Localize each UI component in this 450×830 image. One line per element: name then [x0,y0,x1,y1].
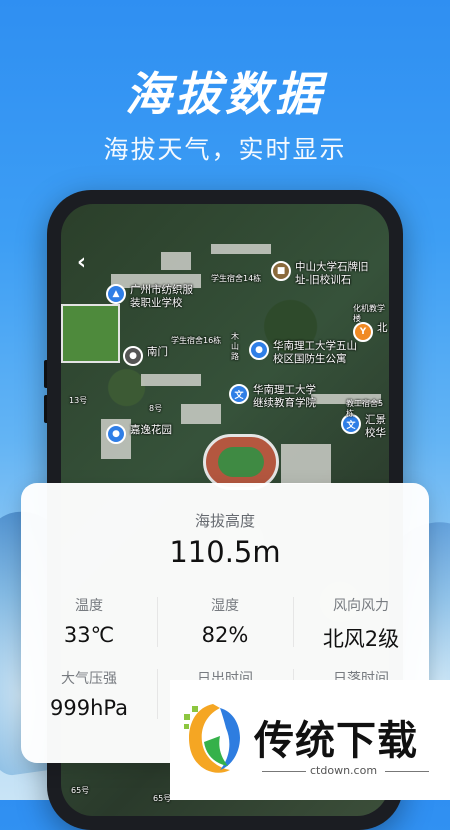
pressure-label: 大气压强 [61,671,117,687]
map-label: 化机教学楼 [353,304,385,323]
map-building [281,444,331,484]
temperature-label: 温度 [75,598,103,614]
sports-field [61,304,120,363]
map-building [161,252,191,270]
map-label: 13号 [69,396,88,405]
column-divider [157,597,158,647]
map-label: 学生宿舍14栋 [211,274,262,283]
humidity-value: 82% [201,623,249,647]
running-track [203,434,279,490]
wind-label: 风向风力 [333,598,389,614]
map-label: 65号 [153,794,172,803]
graduation-cap-icon: ▲ [106,284,126,304]
fork-icon: Y [353,322,373,342]
promo-title: 海拔数据 [125,67,325,121]
watermark-rule-right [385,771,429,772]
map-building [141,374,201,386]
map-label: 8号 [149,404,163,413]
column-divider [293,597,294,647]
map-label: 学生宿舍16栋 [171,336,222,345]
map-label: 木 山 路 [231,332,239,361]
temperature-cell: 温度 33℃ [21,595,157,647]
map-poi[interactable]: ● 嘉逸花园 [106,424,172,444]
pressure-cell: 大气压强 999hPa [21,668,157,720]
humidity-cell: 湿度 82% [157,595,293,647]
watermark-rule-left [262,771,306,772]
map-building [181,404,221,424]
column-divider [157,669,158,719]
location-icon: ● [249,340,269,360]
map-poi[interactable]: ● 南门 [123,346,168,366]
watermark-url: ctdown.com [310,764,378,777]
chevron-left-icon[interactable]: ‹ [77,250,86,275]
wind-value: 北风2级 [322,627,400,651]
humidity-label: 湿度 [211,598,239,614]
watermark-logo-icon [184,704,240,773]
map-label: 65号 [71,786,90,795]
school-icon: 文 [229,384,249,404]
wind-cell: 风向风力 北风2级 [293,595,429,653]
promo-subtitle: 海拔天气，实时显示 [103,135,347,164]
altitude-value: 110.5m [169,535,281,569]
watermark-banner: 传统下载 ctdown.com [170,680,450,800]
map-building [211,244,271,254]
map-poi[interactable]: ● 华南理工大学五山 校区国防生公寓 [249,340,357,366]
map-poi[interactable]: Y 北 [353,322,388,342]
location-icon: ● [123,346,143,366]
altitude-label: 海拔高度 [194,512,255,530]
building-icon: ■ [271,261,291,281]
map-poi[interactable]: ▲ 广州市纺织服 装职业学校 [106,284,193,310]
temperature-value: 33℃ [63,623,115,647]
map-poi[interactable]: ■ 中山大学石牌旧 址-旧校训石 [271,261,369,287]
watermark-text: 传统下载 [254,718,418,764]
location-icon: ● [106,424,126,444]
map-label: 教工宿舍5栋 [346,399,384,418]
pressure-value: 999hPa [50,696,128,720]
map-poi[interactable]: 文 华南理工大学 继续教育学院 [229,384,316,410]
